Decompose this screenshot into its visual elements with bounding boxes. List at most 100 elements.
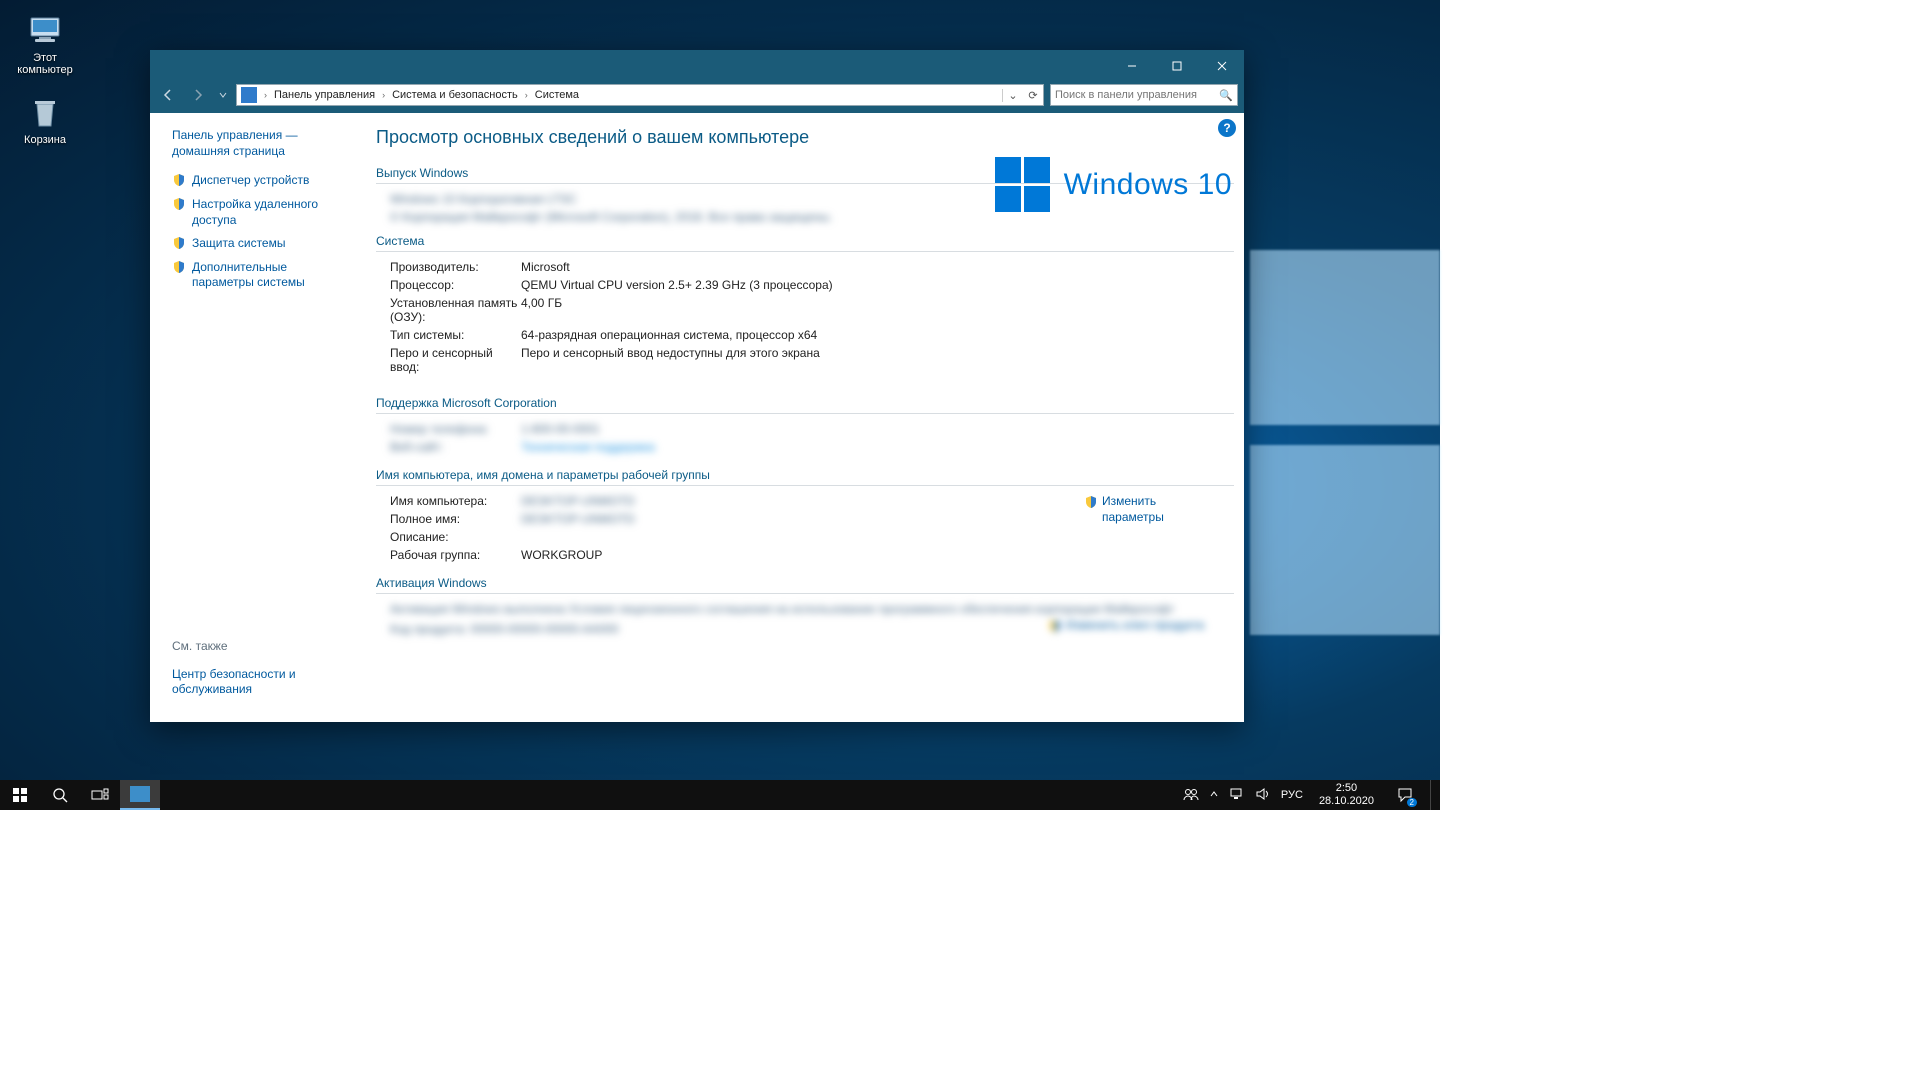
section-system: Система <box>376 234 1234 252</box>
desktop-icon-label: Этот компьютер <box>7 52 83 76</box>
label-pen-touch: Перо и сенсорный ввод: <box>376 346 521 374</box>
control-panel-icon <box>241 87 257 103</box>
label-support-web: Веб-сайт: <box>376 440 521 454</box>
control-panel-home-link[interactable]: Панель управления — домашняя страница <box>172 127 340 159</box>
section-activation: Активация Windows <box>376 576 1234 594</box>
label-system-type: Тип системы: <box>376 328 521 342</box>
system-tray: РУС 2:50 28.10.2020 2 <box>1183 780 1440 810</box>
control-panel-icon <box>130 786 150 802</box>
activation-status: Активация Windows выполнена Условия лице… <box>376 602 1234 616</box>
task-label: Диспетчер устройств <box>192 173 309 189</box>
volume-icon[interactable] <box>1255 787 1271 804</box>
wallpaper-light-2 <box>1250 445 1440 635</box>
section-support: Поддержка Microsoft Corporation <box>376 396 1234 414</box>
taskbar-app-control-panel[interactable] <box>120 780 160 810</box>
pc-icon <box>25 10 65 50</box>
label-support-phone: Номер телефона: <box>376 422 521 436</box>
label-manufacturer: Производитель: <box>376 260 521 274</box>
search-input[interactable] <box>1055 89 1219 101</box>
change-settings-link[interactable]: Изменить параметры <box>1084 494 1204 525</box>
address-history-dropdown[interactable]: ⌄ <box>1003 89 1023 102</box>
section-computer-name: Имя компьютера, имя домена и параметры р… <box>376 468 1234 486</box>
windows-logo-text: Windows 10 <box>1064 168 1232 202</box>
breadcrumb[interactable]: Система и безопасность <box>388 89 522 101</box>
change-product-key-link[interactable]: Изменить ключ продукта <box>1048 618 1204 634</box>
sidebar-task-advanced-settings[interactable]: Дополнительные параметры системы <box>172 260 340 291</box>
shield-icon <box>172 197 186 211</box>
shield-icon <box>1048 619 1062 633</box>
notification-badge: 2 <box>1407 798 1417 807</box>
close-button[interactable] <box>1199 50 1244 81</box>
minimize-button[interactable] <box>1109 50 1154 81</box>
task-view-button[interactable] <box>80 780 120 810</box>
shield-icon <box>172 173 186 187</box>
value-pen-touch: Перо и сенсорный ввод недоступны для это… <box>521 346 1234 374</box>
task-label: Настройка удаленного доступа <box>192 197 340 228</box>
value-description <box>521 530 1234 544</box>
task-label: Защита системы <box>192 236 285 252</box>
desktop: Этот компьютер Корзина › Панель управлен… <box>0 0 1440 810</box>
people-icon[interactable] <box>1183 786 1199 805</box>
value-manufacturer: Microsoft <box>521 260 1234 274</box>
chevron-right-icon[interactable]: › <box>261 90 270 100</box>
desktop-icon-this-pc[interactable]: Этот компьютер <box>7 10 83 76</box>
label-processor: Процессор: <box>376 278 521 292</box>
show-desktop-button[interactable] <box>1430 780 1436 810</box>
search-box[interactable]: 🔍 <box>1050 84 1238 106</box>
system-window: › Панель управления › Система и безопасн… <box>150 50 1244 722</box>
search-icon[interactable]: 🔍 <box>1219 89 1233 102</box>
desktop-icon-label: Корзина <box>7 134 83 146</box>
shield-icon <box>172 236 186 250</box>
desktop-icon-recycle-bin[interactable]: Корзина <box>7 92 83 146</box>
see-also-heading: См. также <box>172 639 340 653</box>
action-center-button[interactable]: 2 <box>1390 780 1420 810</box>
language-indicator[interactable]: РУС <box>1281 789 1303 801</box>
shield-icon <box>1084 495 1098 509</box>
sidebar-task-system-protection[interactable]: Защита системы <box>172 236 340 252</box>
maximize-button[interactable] <box>1154 50 1199 81</box>
label-ram: Установленная память (ОЗУ): <box>376 296 521 324</box>
sidebar-task-device-manager[interactable]: Диспетчер устройств <box>172 173 340 189</box>
wallpaper-light-1 <box>1250 250 1440 425</box>
tray-overflow-button[interactable] <box>1209 789 1219 802</box>
navbar: › Панель управления › Система и безопасн… <box>150 81 1244 113</box>
task-label: Дополнительные параметры системы <box>192 260 340 291</box>
help-button[interactable]: ? <box>1218 119 1236 137</box>
address-bar[interactable]: › Панель управления › Система и безопасн… <box>236 84 1044 106</box>
time: 2:50 <box>1319 782 1374 795</box>
chevron-right-icon[interactable]: › <box>379 90 388 100</box>
taskbar: РУС 2:50 28.10.2020 2 <box>0 780 1440 810</box>
change-settings-label: Изменить параметры <box>1102 494 1204 525</box>
label-workgroup: Рабочая группа: <box>376 548 521 562</box>
change-key-label: Изменить ключ продукта <box>1066 618 1204 634</box>
value-system-type: 64-разрядная операционная система, проце… <box>521 328 1234 342</box>
sidebar-task-remote-access[interactable]: Настройка удаленного доступа <box>172 197 340 228</box>
start-button[interactable] <box>0 780 40 810</box>
search-button[interactable] <box>40 780 80 810</box>
sidebar: Панель управления — домашняя страница Ди… <box>150 113 350 722</box>
network-icon[interactable] <box>1229 787 1245 804</box>
windows-logo-icon <box>995 157 1050 212</box>
main-content: ? Просмотр основных сведений о вашем ком… <box>350 113 1244 722</box>
label-full-name: Полное имя: <box>376 512 521 526</box>
forward-button[interactable] <box>186 83 210 107</box>
windows-logo: Windows 10 <box>995 157 1232 212</box>
value-support-phone: 1-800-00-0001 <box>521 422 1234 436</box>
see-also-security-center[interactable]: Центр безопасности и обслуживания <box>172 667 340 698</box>
refresh-button[interactable]: ⟳ <box>1023 89 1043 102</box>
label-description: Описание: <box>376 530 521 544</box>
breadcrumb[interactable]: Система <box>531 89 583 101</box>
recent-dropdown[interactable] <box>216 83 230 107</box>
titlebar[interactable] <box>150 50 1244 81</box>
edition-copyright: © Корпорация Майкрософт (Microsoft Corpo… <box>376 210 1234 224</box>
chevron-right-icon[interactable]: › <box>522 90 531 100</box>
back-button[interactable] <box>156 83 180 107</box>
value-support-web[interactable]: Техническая поддержка <box>521 440 1234 454</box>
clock[interactable]: 2:50 28.10.2020 <box>1313 782 1380 807</box>
date: 28.10.2020 <box>1319 795 1374 808</box>
value-workgroup: WORKGROUP <box>521 548 1234 562</box>
value-ram: 4,00 ГБ <box>521 296 1234 324</box>
see-also-label: Центр безопасности и обслуживания <box>172 667 340 698</box>
bin-icon <box>25 92 65 132</box>
breadcrumb[interactable]: Панель управления <box>270 89 379 101</box>
